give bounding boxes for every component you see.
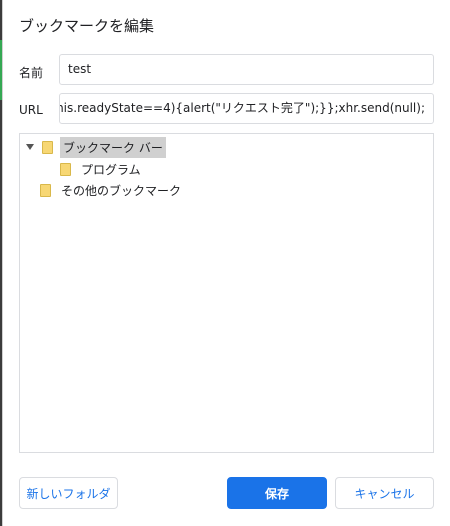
url-field-value: nction(){if(this.readyState==4){alert("リ… — [60, 101, 425, 115]
tree-item-label: プログラム — [81, 162, 141, 177]
tree-item-program[interactable]: プログラム — [60, 159, 144, 179]
expand-arrow-icon[interactable] — [26, 144, 34, 150]
name-field-value: test — [68, 62, 92, 76]
cancel-button[interactable]: キャンセル — [335, 477, 434, 509]
dialog-title: ブックマークを編集 — [19, 17, 155, 35]
tree-item-label: ブックマーク バー — [60, 136, 166, 158]
name-label: 名前 — [19, 66, 44, 80]
name-field[interactable]: test — [59, 54, 434, 85]
tree-item-other-bookmarks[interactable]: その他のブックマーク — [40, 180, 184, 200]
folder-icon — [40, 183, 51, 197]
edit-bookmark-dialog: ブックマークを編集 名前 test URL nction(){if(this.r… — [2, 0, 450, 526]
tree-item-label: その他のブックマーク — [61, 183, 182, 198]
folder-tree[interactable]: ブックマーク バー プログラム その他のブックマーク — [19, 133, 434, 453]
url-label: URL — [19, 103, 43, 117]
url-field[interactable]: nction(){if(this.readyState==4){alert("リ… — [59, 93, 434, 124]
new-folder-button[interactable]: 新しいフォルダ — [19, 477, 118, 509]
folder-icon — [60, 162, 71, 176]
tree-item-bookmark-bar[interactable]: ブックマーク バー — [26, 136, 166, 158]
folder-icon — [42, 140, 53, 154]
save-button[interactable]: 保存 — [227, 477, 327, 509]
